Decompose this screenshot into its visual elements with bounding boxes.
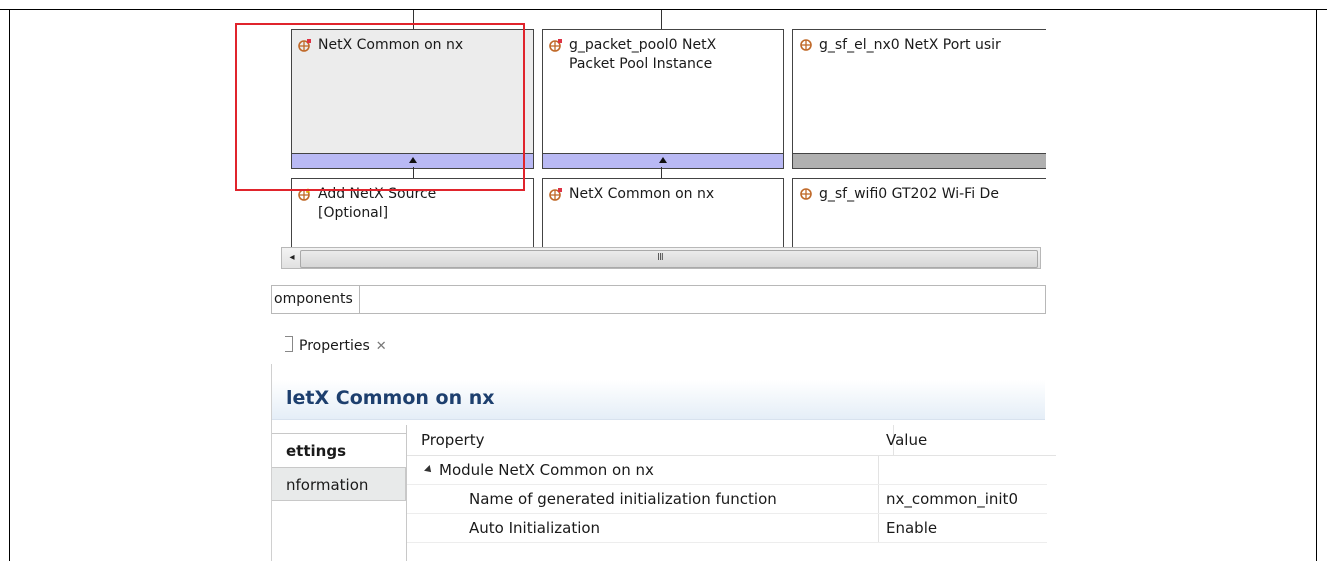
side-tab-information[interactable]: nformation — [272, 467, 406, 501]
property-table: Property Value Module NetX Common on nx … — [407, 425, 1056, 561]
property-value: nx_common_init0 — [886, 490, 1018, 508]
component-block-bar — [793, 153, 1053, 168]
component-block-label: g_packet_pool0 NetX Packet Pool Instance — [569, 37, 717, 72]
module-icon — [549, 39, 562, 52]
tab-components[interactable]: omponents — [272, 286, 360, 313]
component-block-label: NetX Common on nx — [569, 186, 715, 202]
frame-right-line — [1316, 9, 1317, 561]
expand-triangle-icon[interactable] — [424, 465, 434, 475]
property-value: Enable — [886, 519, 938, 537]
outside-area — [1046, 10, 1316, 561]
property-name: Auto Initialization — [407, 514, 879, 542]
component-block-packet-pool[interactable]: g_packet_pool0 NetX Packet Pool Instance — [542, 29, 784, 169]
component-block-label: g_sf_wifi0 GT202 Wi-Fi De — [819, 186, 999, 202]
component-block-nx-port[interactable]: g_sf_el_nx0 NetX Port usir — [792, 29, 1054, 169]
table-row[interactable]: Auto Initialization Enable — [407, 514, 1047, 543]
tab-properties[interactable]: Properties ✕ — [271, 328, 401, 364]
module-icon — [549, 188, 562, 201]
close-icon[interactable]: ✕ — [376, 339, 387, 354]
component-block-label: g_sf_el_nx0 NetX Port usir — [819, 37, 1001, 53]
connector-line — [661, 167, 662, 178]
properties-heading: letX Common on nx — [272, 380, 1045, 420]
up-arrow-icon — [659, 157, 667, 163]
property-name: Module NetX Common on nx — [439, 461, 654, 479]
component-block-bar — [543, 153, 783, 168]
table-row[interactable]: Name of generated initialization functio… — [407, 485, 1047, 514]
module-icon — [800, 188, 812, 200]
components-tab-bar: omponents — [271, 285, 1046, 314]
scroll-left-arrow-icon[interactable]: ◂ — [284, 250, 300, 266]
properties-tab-label: Properties — [299, 338, 370, 354]
scrollbar-thumb[interactable]: III — [300, 250, 1038, 268]
frame-left-line — [9, 9, 10, 561]
column-header-property[interactable]: Property — [407, 425, 894, 456]
properties-tab-icon — [285, 336, 293, 352]
horizontal-scrollbar[interactable]: ◂ III — [281, 247, 1041, 269]
connector-line — [661, 10, 662, 29]
table-row[interactable]: Module NetX Common on nx — [407, 456, 1047, 485]
column-header-value[interactable]: Value — [880, 425, 1056, 456]
property-name: Name of generated initialization functio… — [407, 485, 879, 513]
scrollbar-grip: III — [657, 252, 664, 263]
highlight-box — [235, 23, 525, 191]
side-tab-settings[interactable]: ettings — [272, 433, 406, 466]
module-icon — [800, 39, 812, 51]
